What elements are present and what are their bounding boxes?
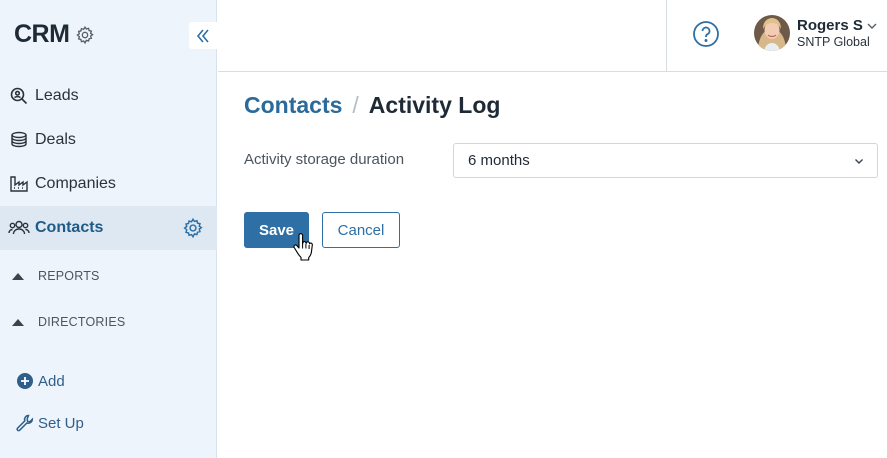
breadcrumb-separator: / [352,92,359,118]
brand: CRM [14,20,95,49]
coins-icon [8,129,30,151]
sidebar-item-companies[interactable]: Companies [0,162,217,206]
collapse-sidebar-button[interactable] [189,22,217,49]
top-header: Rogers S SNTP Global [218,0,887,72]
sidebar-item-leads[interactable]: Leads [0,74,217,118]
breadcrumb-contacts-link[interactable]: Contacts [244,92,342,119]
user-menu[interactable]: Rogers S SNTP Global [754,15,878,51]
cancel-button[interactable]: Cancel [322,212,400,248]
breadcrumb: Contacts / Activity Log [244,92,500,119]
add-button[interactable]: Add [0,366,65,396]
sidebar-item-deals[interactable]: Deals [0,118,217,162]
sidebar-item-label: Contacts [35,219,104,236]
storage-duration-label: Activity storage duration [244,151,405,168]
user-info: Rogers S SNTP Global [797,17,878,49]
app-window: CRM Leads Deals Companies Contacts REPOR… [0,0,887,458]
people-icon [8,217,30,239]
header-divider [666,0,667,72]
expand-triangle-icon [12,318,24,326]
sidebar: CRM Leads Deals Companies Contacts REPOR… [0,0,217,458]
section-reports[interactable]: REPORTS [0,261,217,291]
add-label: Add [38,372,65,390]
sidebar-item-label: Leads [35,87,79,104]
factory-icon [8,173,30,195]
expand-triangle-icon [12,272,24,280]
setup-label: Set Up [38,414,84,432]
user-org: SNTP Global [797,35,870,49]
setup-button[interactable]: Set Up [0,408,84,438]
chevron-down-icon [853,155,865,167]
page-title: Activity Log [368,92,501,118]
storage-duration-select[interactable]: 6 months [453,143,878,178]
avatar [754,15,790,51]
storage-duration-value: 6 months [468,152,530,169]
plus-circle-icon [14,370,36,392]
contacts-settings-gear-icon[interactable] [182,217,204,239]
gear-icon[interactable] [75,25,95,45]
section-label: DIRECTORIES [38,315,126,329]
section-directories[interactable]: DIRECTORIES [0,307,217,337]
sidebar-item-label: Deals [35,131,76,148]
double-chevron-left-icon [196,28,209,43]
section-label: REPORTS [38,269,100,283]
hand-cursor-icon [293,233,313,261]
sidebar-item-label: Companies [35,175,116,192]
sidebar-item-contacts[interactable]: Contacts [0,206,217,250]
wrench-icon [14,412,36,434]
brand-title: CRM [14,20,70,48]
chevron-down-icon [866,20,878,32]
search-leads-icon [8,85,30,107]
help-icon[interactable] [692,20,720,48]
user-name: Rogers S [797,17,863,34]
